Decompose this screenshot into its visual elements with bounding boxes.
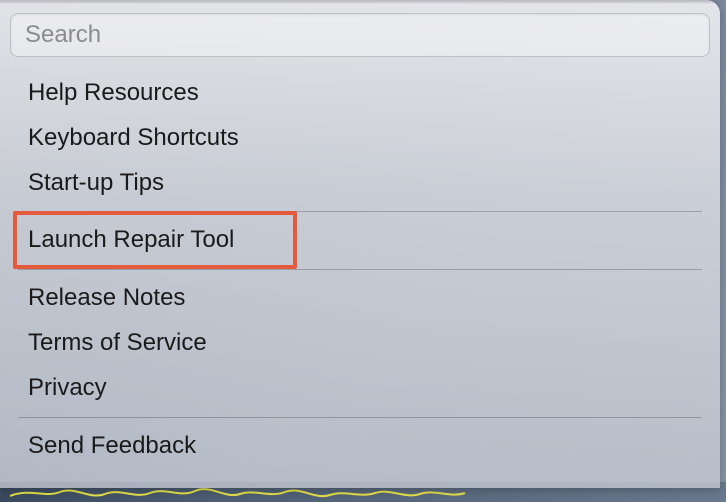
menu-separator xyxy=(18,269,702,270)
menu-item-help-resources[interactable]: Help Resources xyxy=(0,71,720,116)
menu-item-release-notes[interactable]: Release Notes xyxy=(0,276,720,321)
menu-separator xyxy=(18,417,702,418)
search-container xyxy=(0,4,720,65)
menu-item-launch-repair-tool[interactable]: Launch Repair Tool xyxy=(0,218,720,263)
help-menu-list: Help Resources Keyboard Shortcuts Start-… xyxy=(0,65,720,468)
menu-item-terms-of-service[interactable]: Terms of Service xyxy=(0,321,720,366)
menu-item-privacy[interactable]: Privacy xyxy=(0,366,720,411)
help-menu-panel: Help Resources Keyboard Shortcuts Start-… xyxy=(0,0,720,488)
menu-item-keyboard-shortcuts[interactable]: Keyboard Shortcuts xyxy=(0,116,720,161)
menu-item-startup-tips[interactable]: Start-up Tips xyxy=(0,161,720,206)
menu-item-send-feedback[interactable]: Send Feedback xyxy=(0,424,720,469)
search-input[interactable] xyxy=(10,13,710,57)
menu-separator xyxy=(18,211,702,212)
